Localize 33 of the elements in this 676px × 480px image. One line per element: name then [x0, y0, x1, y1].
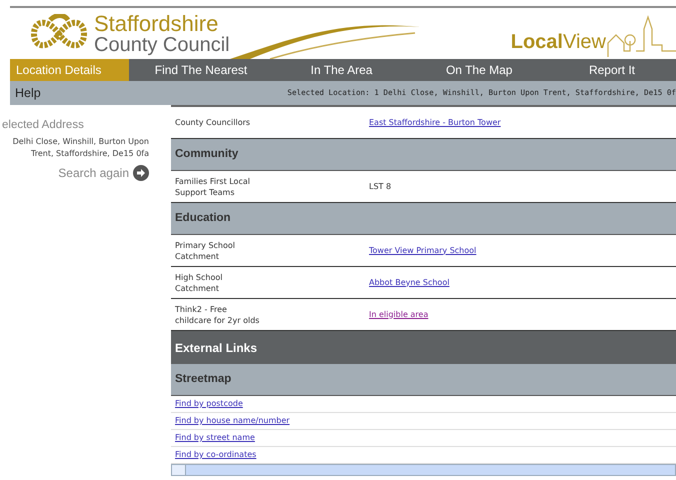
streetmap-link[interactable]: Find by co-ordinates	[175, 449, 256, 461]
help-link[interactable]: Help	[10, 84, 41, 102]
search-again-link[interactable]: Search again	[58, 164, 129, 182]
section-header: Streetmap	[171, 364, 676, 396]
section-header: External Links	[171, 331, 676, 364]
value-link[interactable]: Abbot Beyne School	[369, 276, 450, 288]
section-header: Community	[171, 139, 676, 171]
local-view-logo: LocalView	[510, 30, 606, 55]
sidebar-heading: elected Address	[1, 118, 85, 133]
streetmap-link[interactable]: Find by house name/number	[175, 415, 290, 427]
value-link[interactable]: Tower View Primary School	[369, 244, 476, 256]
arrow-right-icon[interactable]	[133, 165, 149, 182]
nav-tab[interactable]: On The Map	[410, 59, 548, 81]
nav-tab[interactable]: In The Area	[272, 59, 410, 81]
council-name: Staffordshire	[94, 12, 220, 34]
council-name: County Council	[94, 34, 230, 54]
nav-tab[interactable]: Report It	[548, 59, 676, 81]
value-link[interactable]: East Staffordshire - Burton Tower	[369, 116, 501, 128]
skyline-icon	[606, 15, 676, 59]
value-link[interactable]: In eligible area	[369, 308, 428, 320]
horizontal-scrollbar[interactable]	[171, 464, 676, 476]
row-label: County Councillors	[174, 117, 252, 128]
row-label: Families First Local Support Teams	[174, 176, 251, 198]
row-label: Think2 - Free childcare for 2yr olds	[174, 304, 260, 326]
address-text: Trent, Staffordshire, De15 0fa	[30, 148, 149, 160]
streetmap-link[interactable]: Find by street name	[175, 432, 255, 444]
streetmap-link[interactable]: Find by postcode	[175, 398, 243, 410]
row-label: High School Catchment	[174, 272, 224, 294]
nav-tab[interactable]: Find The Nearest	[129, 59, 273, 81]
row-value: LST 8	[369, 180, 392, 192]
address-text: Delhi Close, Winshill, Burton Upon	[12, 136, 149, 148]
row-label: Primary School Catchment	[174, 240, 236, 262]
section-header: Education	[171, 203, 676, 235]
